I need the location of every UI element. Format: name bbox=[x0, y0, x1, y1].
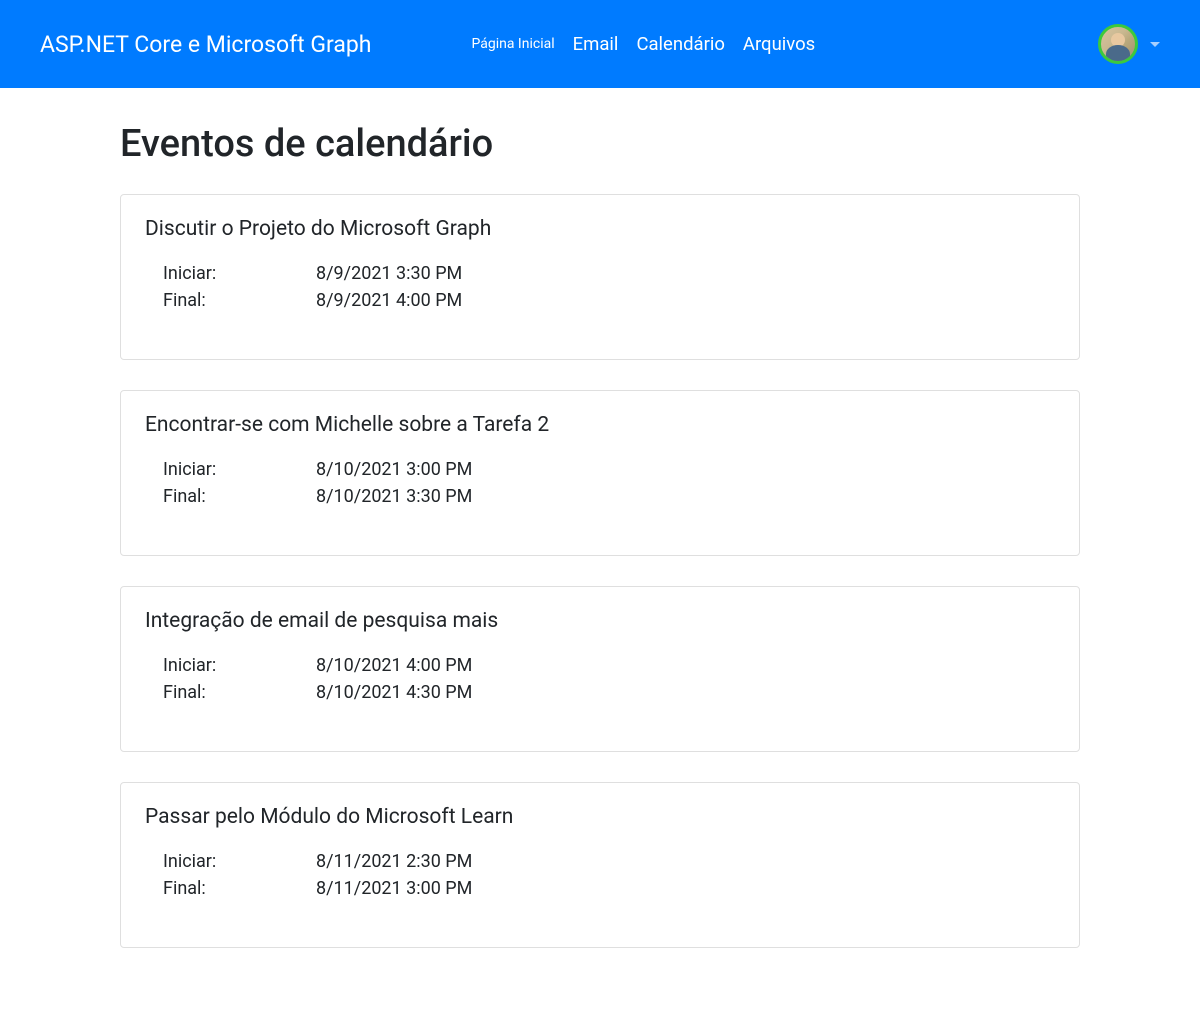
navbar: ASP.NET Core e Microsoft Graph Página In… bbox=[0, 0, 1200, 88]
event-end-label: Final: bbox=[163, 682, 316, 703]
event-start-label: Iniciar: bbox=[163, 655, 316, 676]
event-start-row: Iniciar: 8/9/2021 3:30 PM bbox=[145, 263, 1055, 284]
avatar[interactable] bbox=[1098, 24, 1138, 64]
event-start-row: Iniciar: 8/10/2021 3:00 PM bbox=[145, 459, 1055, 480]
nav-email[interactable]: Email bbox=[573, 33, 619, 55]
event-end-value: 8/10/2021 3:30 PM bbox=[316, 486, 472, 507]
event-card: Encontrar-se com Michelle sobre a Tarefa… bbox=[120, 390, 1080, 556]
chevron-down-icon[interactable] bbox=[1150, 42, 1160, 47]
nav-links: Página Inicial Email Calendário Arquivos bbox=[471, 33, 815, 55]
event-title: Discutir o Projeto do Microsoft Graph bbox=[145, 217, 1055, 241]
event-start-label: Iniciar: bbox=[163, 851, 316, 872]
event-start-label: Iniciar: bbox=[163, 459, 316, 480]
event-end-value: 8/9/2021 4:00 PM bbox=[316, 290, 462, 311]
event-start-value: 8/10/2021 3:00 PM bbox=[316, 459, 472, 480]
nav-home[interactable]: Página Inicial bbox=[471, 36, 554, 52]
navbar-brand[interactable]: ASP.NET Core e Microsoft Graph bbox=[40, 31, 371, 58]
event-title: Passar pelo Módulo do Microsoft Learn bbox=[145, 805, 1055, 829]
nav-right bbox=[1098, 24, 1160, 64]
event-card: Integração de email de pesquisa mais Ini… bbox=[120, 586, 1080, 752]
nav-files[interactable]: Arquivos bbox=[743, 33, 815, 55]
event-end-value: 8/11/2021 3:00 PM bbox=[316, 878, 472, 899]
event-start-row: Iniciar: 8/11/2021 2:30 PM bbox=[145, 851, 1055, 872]
page-title: Eventos de calendário bbox=[120, 122, 1080, 166]
event-start-row: Iniciar: 8/10/2021 4:00 PM bbox=[145, 655, 1055, 676]
event-end-label: Final: bbox=[163, 290, 316, 311]
event-start-value: 8/10/2021 4:00 PM bbox=[316, 655, 472, 676]
event-title: Integração de email de pesquisa mais bbox=[145, 609, 1055, 633]
event-end-value: 8/10/2021 4:30 PM bbox=[316, 682, 472, 703]
event-card: Passar pelo Módulo do Microsoft Learn In… bbox=[120, 782, 1080, 948]
event-card: Discutir o Projeto do Microsoft Graph In… bbox=[120, 194, 1080, 360]
event-end-label: Final: bbox=[163, 486, 316, 507]
main-container: Eventos de calendário Discutir o Projeto… bbox=[120, 88, 1080, 1018]
event-start-value: 8/11/2021 2:30 PM bbox=[316, 851, 472, 872]
event-end-row: Final: 8/10/2021 4:30 PM bbox=[145, 682, 1055, 703]
event-end-row: Final: 8/10/2021 3:30 PM bbox=[145, 486, 1055, 507]
event-start-label: Iniciar: bbox=[163, 263, 316, 284]
event-title: Encontrar-se com Michelle sobre a Tarefa… bbox=[145, 413, 1055, 437]
event-start-value: 8/9/2021 3:30 PM bbox=[316, 263, 462, 284]
event-end-row: Final: 8/11/2021 3:00 PM bbox=[145, 878, 1055, 899]
nav-calendar[interactable]: Calendário bbox=[636, 33, 724, 55]
event-end-label: Final: bbox=[163, 878, 316, 899]
event-end-row: Final: 8/9/2021 4:00 PM bbox=[145, 290, 1055, 311]
